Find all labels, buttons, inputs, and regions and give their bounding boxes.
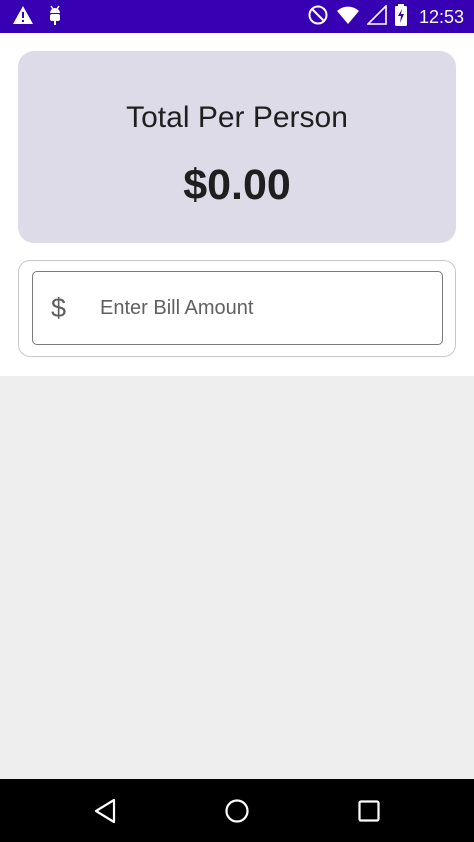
total-per-person-amount: $0.00 — [183, 161, 291, 209]
tip-calculator-screen: Total Per Person $0.00 $ — [0, 33, 474, 376]
battery-charging-icon — [394, 3, 408, 31]
do-not-disturb-icon — [307, 4, 329, 31]
navigation-bar — [0, 779, 474, 842]
total-per-person-card: Total Per Person $0.00 — [18, 51, 456, 243]
bill-amount-field[interactable]: $ — [32, 271, 443, 345]
home-icon[interactable] — [222, 796, 252, 826]
wifi-icon — [336, 5, 360, 30]
status-time: 12:53 — [418, 6, 464, 27]
empty-content-area — [0, 376, 474, 779]
bill-amount-input[interactable] — [100, 288, 420, 328]
back-icon[interactable] — [90, 796, 120, 826]
recents-icon[interactable] — [354, 796, 384, 826]
dollar-icon: $ — [51, 293, 67, 323]
status-bar-right: 12:53 — [307, 3, 464, 31]
bill-input-card: $ — [18, 260, 456, 357]
cell-signal-icon — [366, 3, 387, 30]
android-debug-icon — [46, 4, 64, 31]
warning-icon — [12, 5, 34, 30]
total-per-person-label: Total Per Person — [126, 101, 348, 134]
status-bar: 12:53 — [0, 0, 474, 33]
status-bar-left — [12, 4, 64, 31]
